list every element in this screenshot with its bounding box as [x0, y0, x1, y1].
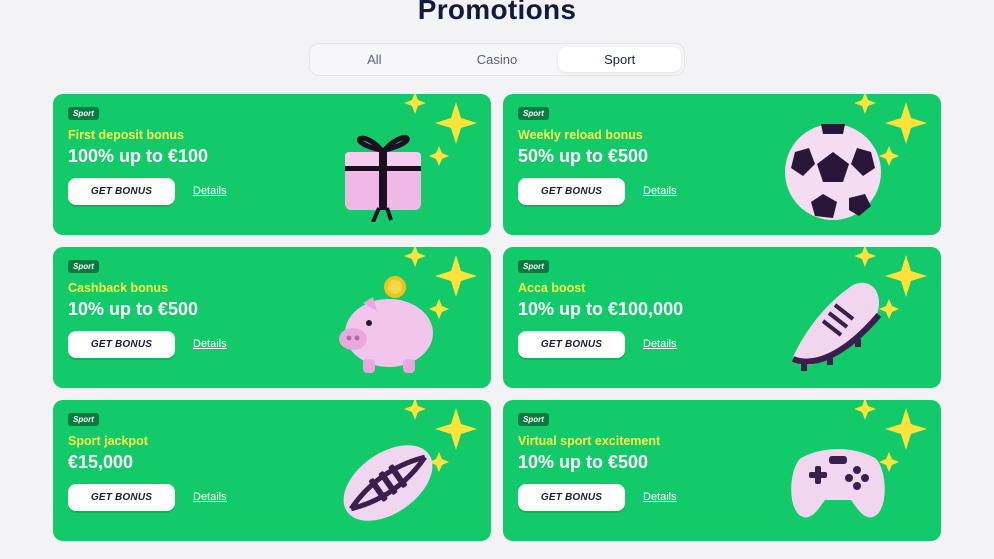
details-link[interactable]: Details [193, 491, 227, 503]
soccer-ball-icon [785, 124, 881, 220]
rugby-ball-icon [343, 445, 433, 521]
details-link[interactable]: Details [643, 185, 677, 197]
piggy-bank-icon [339, 276, 433, 373]
get-bonus-button[interactable]: GET BONUS [518, 331, 625, 358]
tab-all[interactable]: All [313, 47, 436, 72]
category-tabs: All Casino Sport [309, 43, 685, 76]
details-link[interactable]: Details [643, 338, 677, 350]
promo-title: Acca boost [518, 281, 586, 295]
sport-badge: Sport [68, 107, 99, 120]
get-bonus-button[interactable]: GET BONUS [68, 484, 175, 511]
promo-card-virtual-sport: Sport Virtual sport excitement 10% up to… [503, 400, 941, 541]
gamepad-icon [791, 449, 885, 518]
get-bonus-button[interactable]: GET BONUS [68, 331, 175, 358]
sport-badge: Sport [518, 413, 549, 426]
promo-title: Sport jackpot [68, 434, 148, 448]
promo-card-cashback: Sport Cashback bonus 10% up to €500 GET … [53, 247, 491, 388]
promo-card-sport-jackpot: Sport Sport jackpot €15,000 GET BONUS De… [53, 400, 491, 541]
promo-title: Virtual sport excitement [518, 434, 661, 448]
promo-card-acca-boost: Sport Acca boost 10% up to €100,000 GET … [503, 247, 941, 388]
get-bonus-button[interactable]: GET BONUS [518, 484, 625, 511]
tab-casino[interactable]: Casino [436, 47, 559, 72]
gift-box-icon [345, 135, 421, 222]
get-bonus-button[interactable]: GET BONUS [518, 178, 625, 205]
details-link[interactable]: Details [193, 338, 227, 350]
promo-title: First deposit bonus [68, 128, 184, 142]
promo-amount: 10% up to €500 [68, 299, 199, 319]
promo-title: Cashback bonus [68, 281, 169, 295]
page-title: Promotions [417, 0, 577, 25]
promo-amount: 50% up to €500 [518, 146, 649, 166]
promo-card-first-deposit: Sport First deposit bonus 100% up to €10… [53, 94, 491, 235]
details-link[interactable]: Details [193, 185, 227, 197]
promo-amount: 10% up to €100,000 [518, 299, 684, 319]
details-link[interactable]: Details [643, 491, 677, 503]
sport-badge: Sport [518, 260, 549, 273]
promo-amount: 100% up to €100 [68, 146, 209, 166]
promo-amount: 10% up to €500 [518, 452, 649, 472]
promo-card-weekly-reload: Sport Weekly reload bonus 50% up to €500… [503, 94, 941, 235]
promo-amount: €15,000 [68, 452, 134, 472]
promo-title: Weekly reload bonus [518, 128, 643, 142]
sport-badge: Sport [68, 413, 99, 426]
tab-sport[interactable]: Sport [558, 47, 682, 72]
football-boot-icon [791, 282, 882, 371]
get-bonus-button[interactable]: GET BONUS [68, 178, 175, 205]
sport-badge: Sport [68, 260, 99, 273]
sport-badge: Sport [518, 107, 549, 120]
